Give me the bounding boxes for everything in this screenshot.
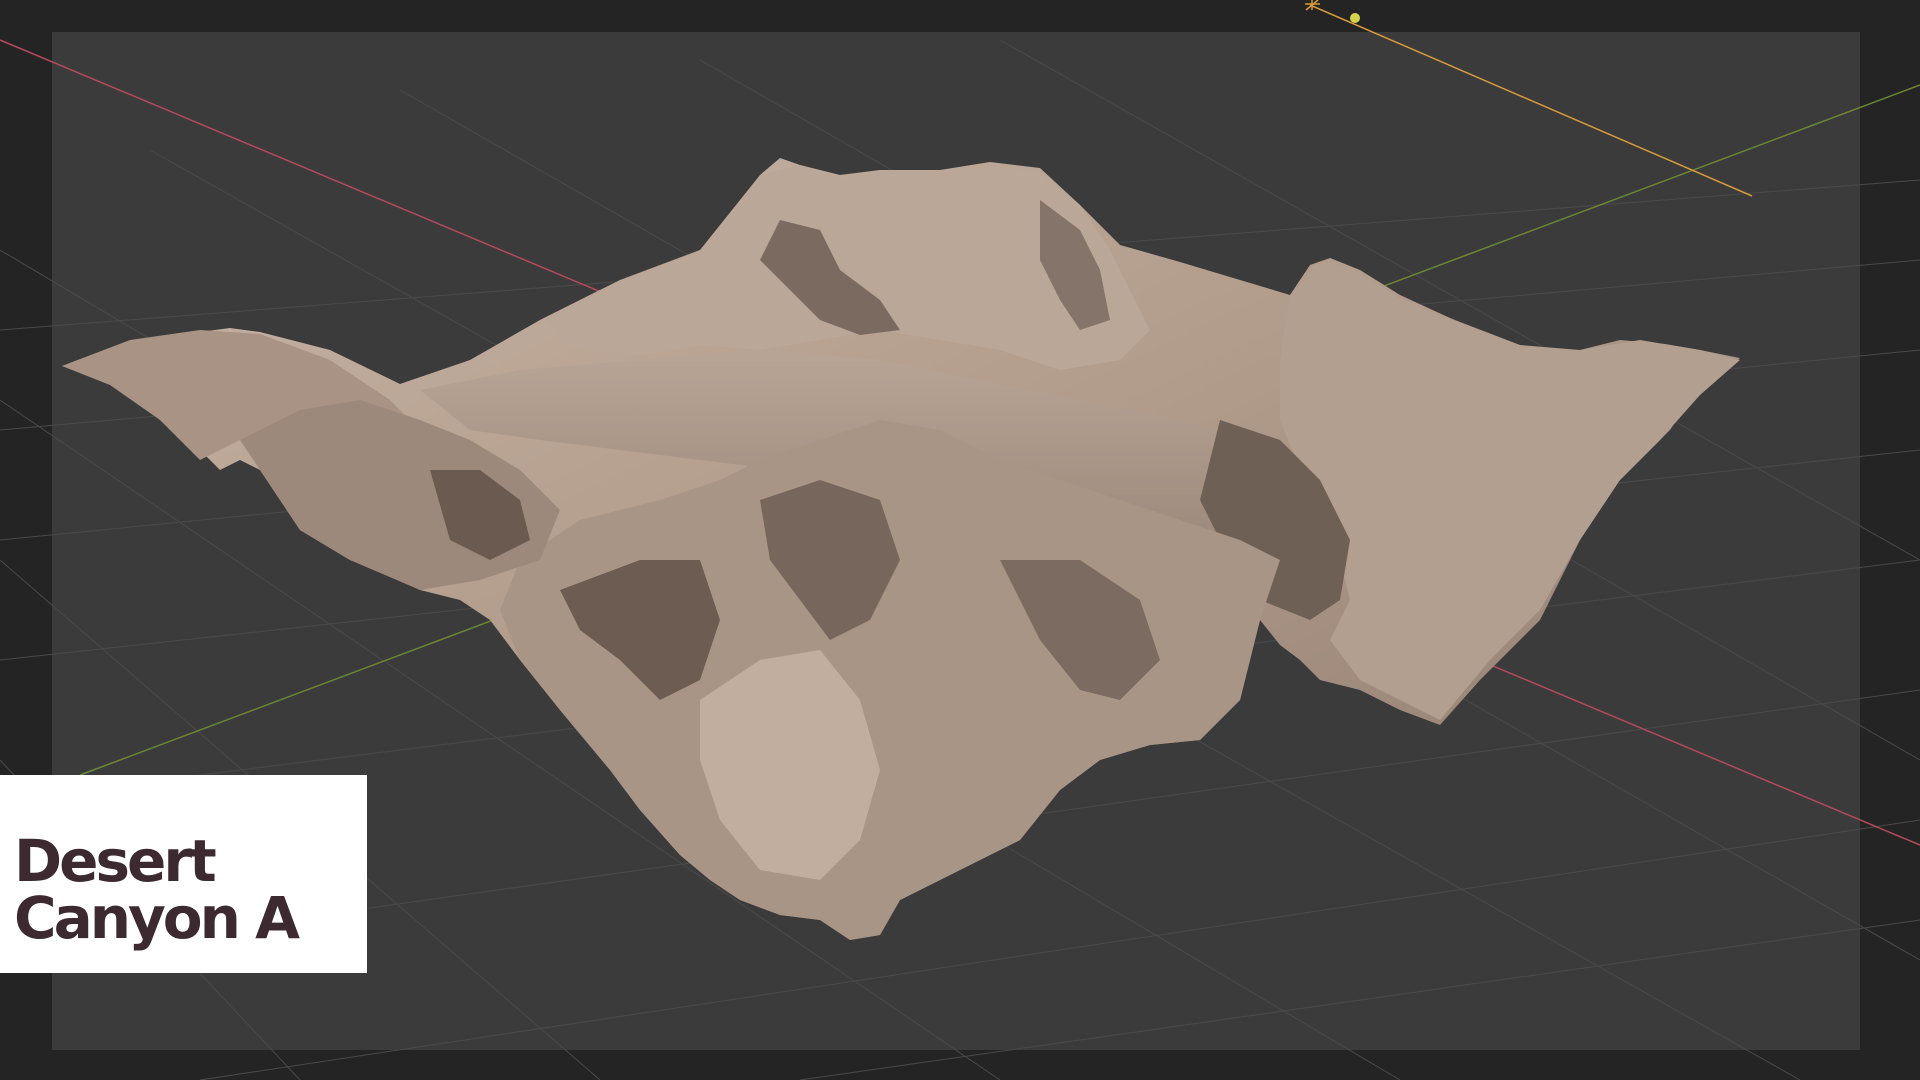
title-card: Desert Canyon A	[0, 775, 367, 973]
title-line-2: Canyon A	[14, 884, 300, 952]
right-ridge	[1280, 262, 1740, 720]
light-point[interactable]	[1350, 13, 1360, 23]
3d-viewport[interactable]: Desert Canyon A	[0, 0, 1920, 1080]
light-direction-line	[1309, 4, 1753, 197]
title-line-1: Desert	[14, 827, 217, 895]
